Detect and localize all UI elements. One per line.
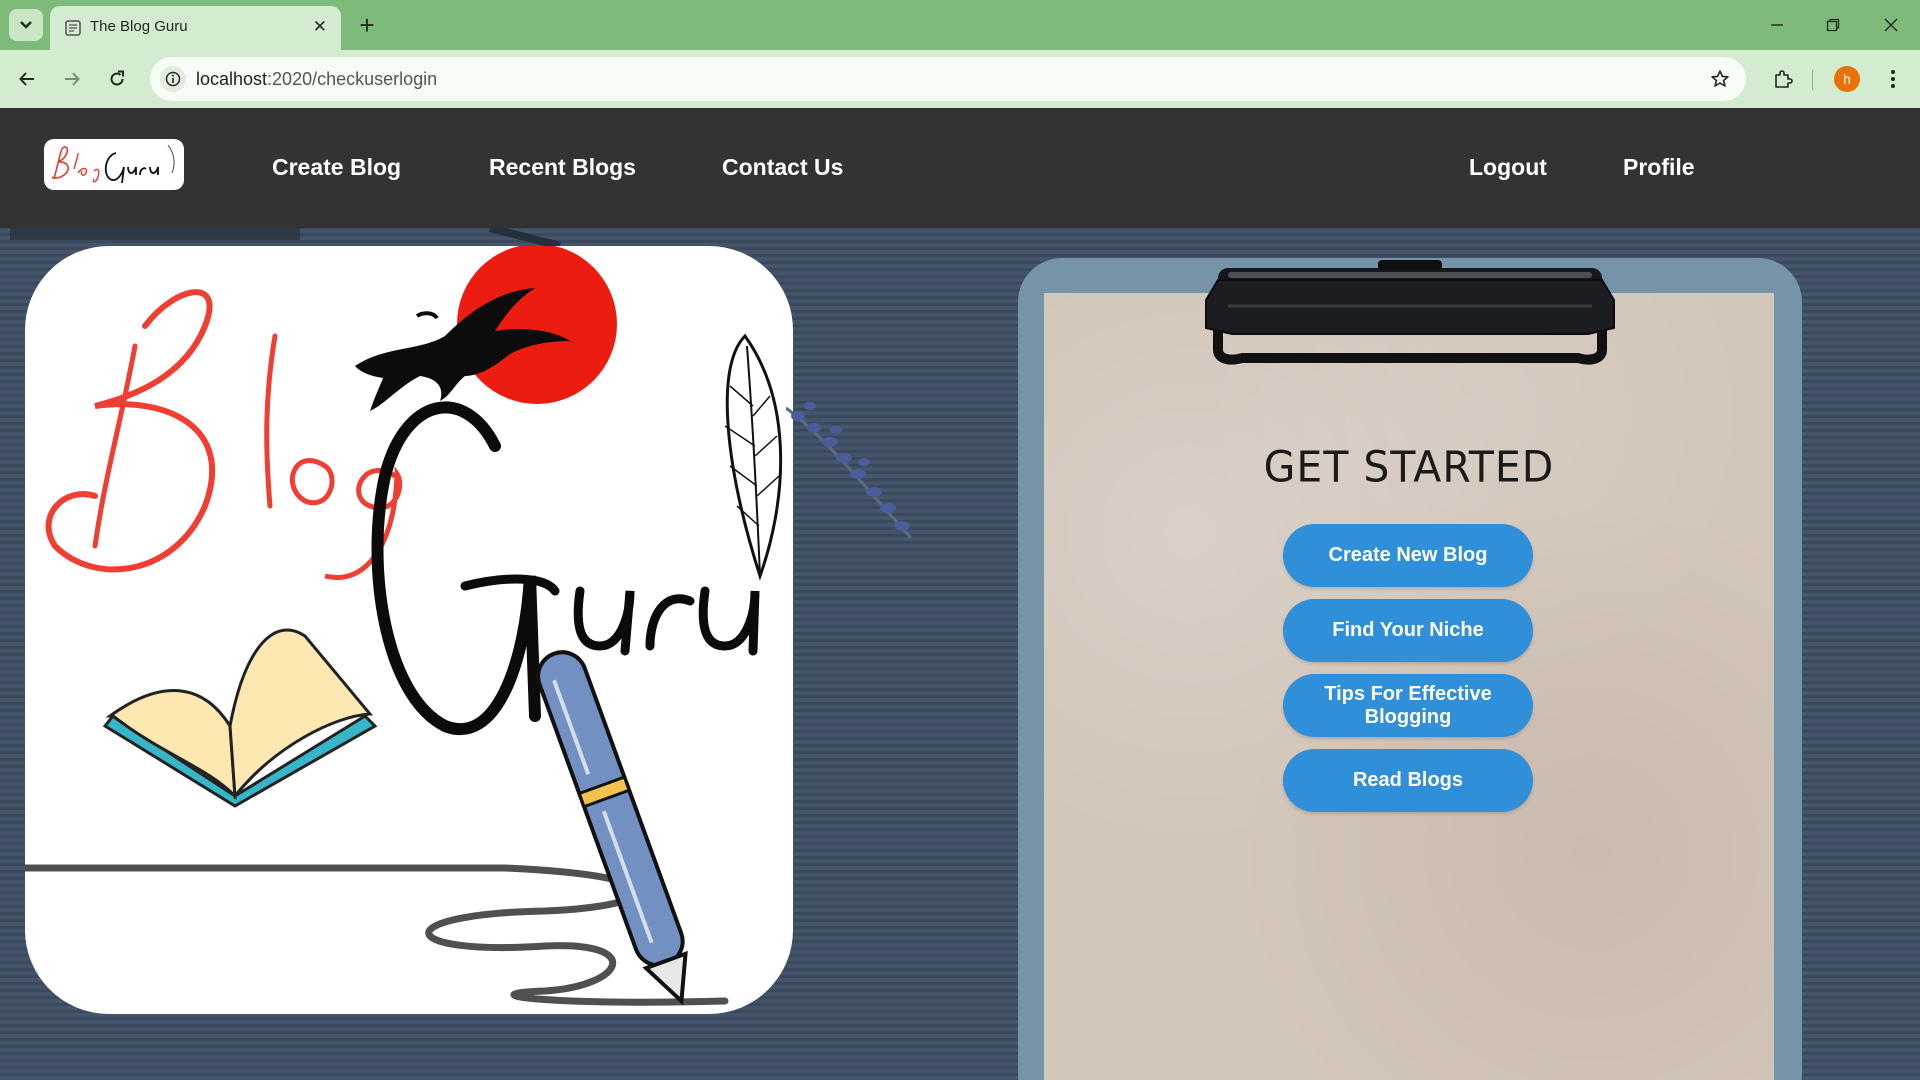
tab-title: The Blog Guru <box>90 18 188 35</box>
nav-create-blog[interactable]: Create Blog <box>272 154 401 181</box>
open-book-icon <box>102 628 378 808</box>
nav-recent-blogs[interactable]: Recent Blogs <box>489 154 636 181</box>
minimize-button[interactable] <box>1762 11 1792 39</box>
nav-profile[interactable]: Profile <box>1623 154 1695 181</box>
site-logo[interactable] <box>44 139 184 190</box>
browser-menu-button[interactable] <box>1876 62 1910 96</box>
tab-search-button[interactable] <box>9 9 43 41</box>
tab-search-icon <box>20 21 32 29</box>
site-info-icon <box>165 71 181 87</box>
tips-effective-blogging-button[interactable]: Tips For Effective Blogging <box>1283 674 1533 737</box>
create-new-blog-button[interactable]: Create New Blog <box>1283 524 1533 587</box>
reload-button[interactable] <box>100 62 134 96</box>
pen-icon <box>536 650 688 1006</box>
toolbar-divider <box>1812 70 1813 90</box>
more-menu-icon <box>1891 70 1895 88</box>
back-arrow-icon <box>19 72 34 86</box>
page-favicon-icon <box>65 20 81 36</box>
profile-avatar[interactable]: h <box>1834 66 1860 92</box>
find-your-niche-button[interactable]: Find Your Niche <box>1283 599 1533 662</box>
hero-logo-card <box>25 246 793 1014</box>
forward-arrow-icon <box>65 72 80 86</box>
nav-contact-us[interactable]: Contact Us <box>722 154 843 181</box>
new-tab-button[interactable]: + <box>352 10 382 40</box>
address-bar[interactable]: localhost:2020/checkuserlogin <box>150 57 1746 101</box>
bookmark-button[interactable] <box>1708 67 1732 91</box>
site-navbar: Create Blog Recent Blogs Contact Us Logo… <box>0 108 1920 228</box>
site-info-button[interactable] <box>160 66 186 92</box>
restore-button[interactable] <box>1818 11 1848 39</box>
reload-icon <box>110 70 124 86</box>
bookmark-star-icon <box>1711 70 1729 87</box>
back-button[interactable] <box>10 62 44 96</box>
forward-button[interactable] <box>55 62 89 96</box>
get-started-heading: GET STARTED <box>1263 441 1555 493</box>
page-content: GET STARTED Create New Blog Find Your Ni… <box>0 228 1920 1080</box>
extensions-icon <box>1775 70 1793 88</box>
clipboard-clip-icon <box>1205 260 1615 365</box>
url-host: localhost <box>196 69 268 89</box>
url-text: localhost:2020/checkuserlogin <box>196 69 437 90</box>
active-tab[interactable]: The Blog Guru ✕ <box>50 6 341 50</box>
blog-guru-hero-illustration <box>25 246 783 1006</box>
close-window-button[interactable] <box>1876 11 1906 39</box>
browser-toolbar: localhost:2020/checkuserlogin h <box>0 50 1920 108</box>
restore-icon <box>1826 18 1840 32</box>
lavender-decoration-icon <box>786 402 913 540</box>
tab-close-icon[interactable]: ✕ <box>313 17 327 37</box>
nav-logout[interactable]: Logout <box>1469 154 1547 181</box>
minimize-icon <box>1771 24 1783 26</box>
browser-tabstrip: The Blog Guru ✕ + <box>0 0 1920 50</box>
blog-guru-logo-icon <box>51 144 175 184</box>
close-window-icon <box>1884 18 1898 32</box>
extensions-button[interactable] <box>1766 62 1800 96</box>
url-path: :2020/checkuserlogin <box>267 69 438 89</box>
read-blogs-button[interactable]: Read Blogs <box>1283 749 1533 812</box>
